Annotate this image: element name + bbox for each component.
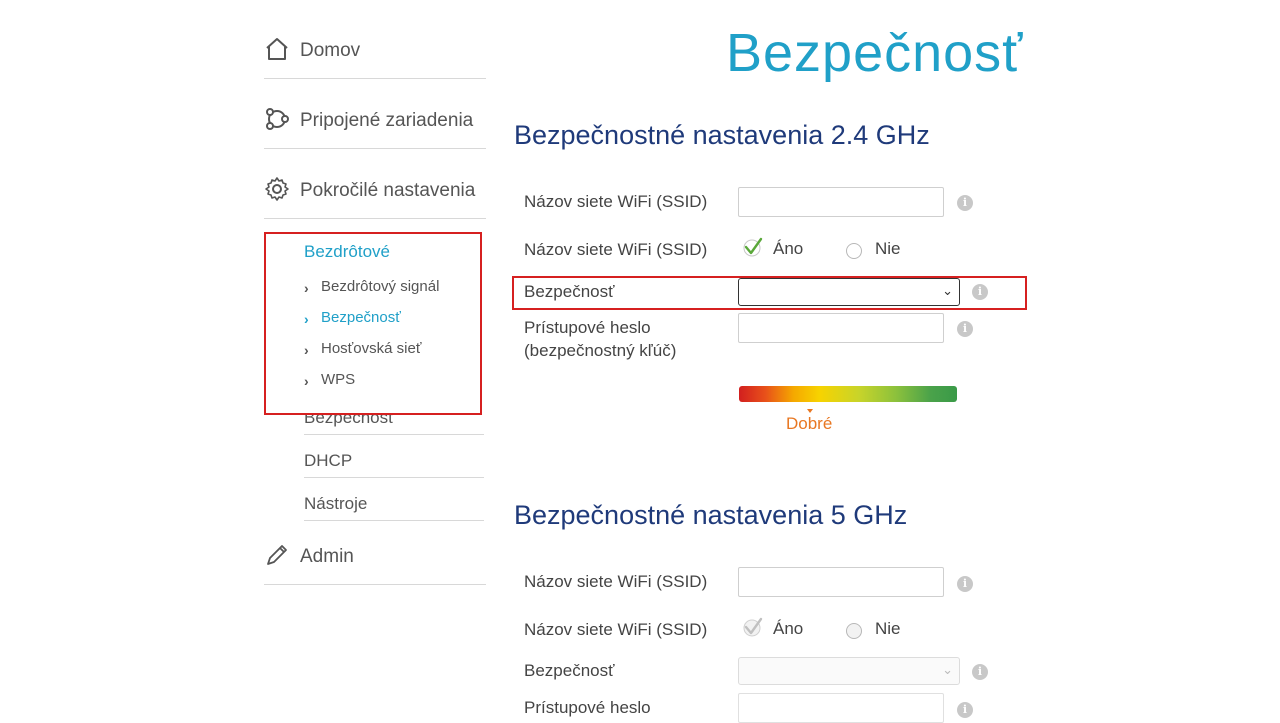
checkmark-radio-selected-icon[interactable] (742, 616, 764, 638)
sidebar-item-label: Admin (300, 546, 354, 567)
page-title: Bezpečnosť (726, 23, 1024, 83)
section-title-2-4ghz: Bezpečnostné nastavenia 2.4 GHz (514, 120, 930, 150)
info-icon[interactable]: i (957, 576, 973, 592)
radio-no[interactable] (846, 243, 862, 259)
radio-no[interactable] (846, 623, 862, 639)
sidebar-item-label: Pokročilé nastavenia (300, 180, 476, 201)
highlight-box-security-row (512, 276, 1027, 310)
sidebar-item-label: Nástroje (304, 494, 368, 513)
sidebar-item-tools[interactable]: Nástroje (304, 486, 484, 521)
ssid-broadcast-label: Názov siete WiFi (SSID) (524, 620, 708, 639)
info-icon[interactable]: i (957, 702, 973, 718)
password-label-line1: Prístupové heslo (524, 318, 651, 337)
ssid-broadcast-label: Názov siete WiFi (SSID) (524, 240, 708, 259)
password-input-5ghz[interactable] (738, 693, 944, 723)
ssid-input-5ghz[interactable] (738, 567, 944, 597)
sidebar-item-connected-devices[interactable]: Pripojené zariadenia (264, 102, 486, 149)
sidebar-item-label: Domov (300, 40, 361, 61)
password-strength-bar (739, 386, 957, 402)
sidebar-item-home[interactable]: Domov (264, 32, 486, 79)
password-label-line2: (bezpečnostný kľúč) (524, 341, 677, 360)
radio-no-label: Nie (875, 619, 901, 638)
devices-icon (266, 108, 289, 130)
highlight-box-wireless-menu-border (264, 232, 482, 415)
pencil-icon (267, 545, 287, 565)
password-strength-marker (807, 409, 813, 413)
radio-yes-label: Áno (773, 619, 804, 638)
ssid-label: Názov siete WiFi (SSID) (524, 192, 708, 211)
sidebar-item-label: Pripojené zariadenia (300, 110, 474, 131)
password-label-line1: Prístupové heslo (524, 698, 651, 717)
sidebar-item-admin[interactable]: Admin (264, 538, 486, 585)
security-label: Bezpečnosť (524, 661, 615, 680)
security-select-5ghz[interactable]: ⌄ (738, 657, 960, 685)
sidebar-item-dhcp[interactable]: DHCP (304, 443, 484, 478)
password-input-2-4ghz[interactable] (738, 313, 944, 343)
info-icon[interactable]: i (972, 664, 988, 680)
info-icon[interactable]: i (957, 321, 973, 337)
checkmark-radio-selected-icon[interactable] (742, 236, 764, 258)
gear-icon (265, 177, 289, 201)
radio-yes-label: Áno (773, 239, 804, 258)
chevron-down-icon: ⌄ (942, 662, 953, 677)
password-strength-label: Dobré (786, 414, 833, 433)
section-title-5ghz: Bezpečnostné nastavenia 5 GHz (514, 500, 908, 530)
sidebar-item-label: DHCP (304, 451, 353, 470)
home-icon (266, 38, 288, 60)
info-icon[interactable]: i (957, 195, 973, 211)
ssid-label: Názov siete WiFi (SSID) (524, 572, 708, 591)
radio-no-label: Nie (875, 239, 901, 258)
sidebar-item-advanced-settings[interactable]: Pokročilé nastavenia (264, 172, 486, 219)
ssid-input-2-4ghz[interactable] (738, 187, 944, 217)
